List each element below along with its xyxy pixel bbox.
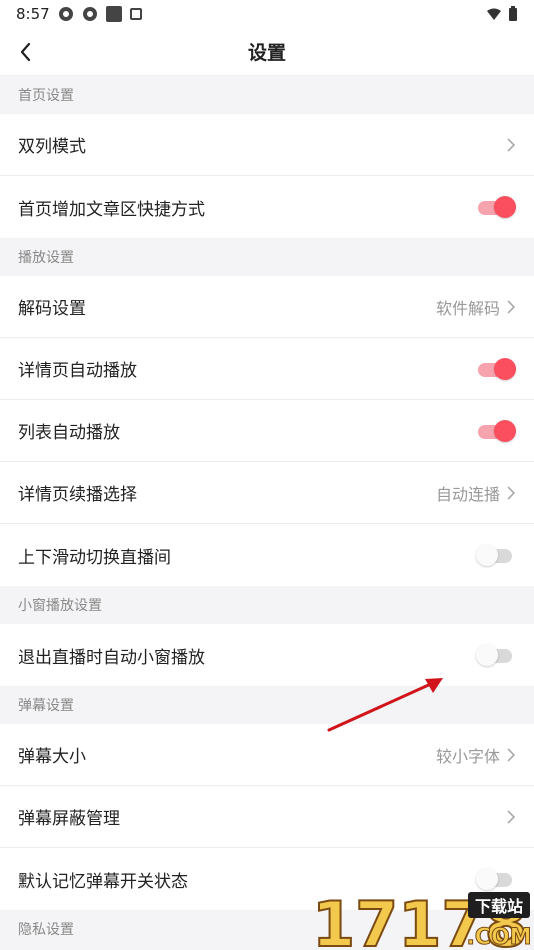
row-double-column[interactable]: 双列模式 — [0, 114, 534, 176]
row-label: 弹幕大小 — [18, 747, 86, 767]
row-label: 双列模式 — [18, 137, 86, 157]
row-right — [506, 137, 516, 153]
row-danmaku-size[interactable]: 弹幕大小 较小字体 — [0, 724, 534, 786]
section-header-home: 首页设置 — [0, 76, 534, 114]
row-label: 退出直播时自动小窗播放 — [18, 647, 205, 668]
row-label: 默认记忆弹幕开关状态 — [18, 871, 188, 892]
decode-value: 软件解码 — [435, 298, 500, 318]
row-label: 首页增加文章区快捷方式 — [18, 199, 205, 220]
section-header-danmaku: 弹幕设置 — [0, 686, 534, 724]
chevron-right-icon — [507, 747, 516, 762]
status-left: 8:57 — [16, 5, 142, 23]
watermark-domain: .COM — [466, 925, 531, 950]
notification-a-icon — [129, 8, 142, 20]
row-label: 列表自动播放 — [18, 423, 120, 443]
watermark-badge: 下载站 — [475, 897, 523, 916]
row-decode-settings[interactable]: 解码设置 软件解码 — [0, 276, 534, 338]
status-bar: 8:57 — [0, 0, 534, 28]
danmaku-size-value: 较小字体 — [435, 746, 500, 766]
row-exit-live-mini: 退出直播时自动小窗播放 — [0, 624, 534, 686]
row-detail-autoplay: 详情页自动播放 — [0, 338, 534, 400]
row-danmaku-block[interactable]: 弹幕屏蔽管理 — [0, 786, 534, 848]
row-label: 弹幕屏蔽管理 — [18, 809, 120, 829]
notification-square-icon — [105, 6, 122, 22]
row-label: 详情页续播选择 — [18, 485, 137, 505]
wifi-icon — [487, 8, 501, 20]
row-detail-continue[interactable]: 详情页续播选择 自动连播 — [0, 462, 534, 524]
row-right: 较小字体 — [436, 743, 516, 767]
home-shortcut-toggle[interactable] — [476, 196, 516, 218]
row-right — [506, 809, 516, 825]
chevron-right-icon — [507, 809, 516, 824]
exit-live-mini-toggle[interactable] — [476, 644, 516, 666]
annotation-arrow-icon — [327, 678, 443, 732]
row-right: 软件解码 — [436, 295, 516, 319]
row-right: 自动连播 — [436, 481, 516, 505]
chevron-right-icon — [507, 485, 516, 500]
row-label: 上下滑动切换直播间 — [18, 547, 171, 568]
chevron-right-icon — [507, 299, 516, 314]
page-title: 设置 — [247, 42, 286, 64]
status-time: 8:57 — [16, 5, 50, 23]
section-header-mini-window: 小窗播放设置 — [0, 586, 534, 624]
list-autoplay-toggle[interactable] — [476, 419, 516, 442]
row-home-shortcut: 首页增加文章区快捷方式 — [0, 176, 534, 238]
back-arrow-icon[interactable] — [14, 38, 42, 66]
row-label: 详情页自动播放 — [18, 361, 137, 381]
battery-icon — [509, 6, 517, 21]
row-list-autoplay: 列表自动播放 — [0, 400, 534, 462]
chevron-right-icon — [507, 137, 516, 152]
status-right — [486, 6, 518, 22]
watermark-logo: 17178 下载站 .COM — [311, 888, 532, 950]
app-notification-icon — [58, 7, 73, 21]
row-swipe-live: 上下滑动切换直播间 — [0, 524, 534, 586]
app-header: 设置 — [0, 28, 534, 76]
continue-value: 自动连播 — [435, 484, 500, 504]
row-label: 解码设置 — [18, 299, 86, 319]
danmaku-remember-toggle[interactable] — [476, 868, 516, 890]
detail-autoplay-toggle[interactable] — [476, 357, 516, 380]
section-header-playback: 播放设置 — [0, 238, 534, 276]
app-notification-icon-2 — [82, 7, 97, 21]
swipe-live-toggle[interactable] — [476, 544, 516, 566]
